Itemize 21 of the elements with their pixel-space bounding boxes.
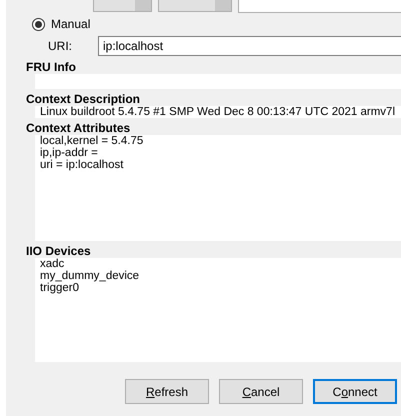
- dropdown[interactable]: [93, 0, 152, 12]
- dialog-button[interactable]: Connect: [313, 379, 397, 404]
- radio-button[interactable]: [32, 18, 45, 30]
- dialog-button[interactable]: Cancel: [219, 379, 303, 404]
- radio-label[interactable]: Manual: [51, 17, 90, 31]
- info-line: my_dummy_device: [40, 270, 140, 282]
- section-heading: Context Attributes: [25, 121, 132, 135]
- input-field[interactable]: [238, 0, 401, 13]
- info-line: ip,ip-addr =: [40, 147, 99, 159]
- uri-field[interactable]: ip:localhost: [98, 36, 401, 56]
- uri-label: URI:: [48, 39, 73, 53]
- info-line: local,kernel = 5.4.75: [40, 135, 144, 147]
- info-line: uri = ip:localhost: [40, 159, 124, 171]
- dialog-button[interactable]: Refresh: [125, 379, 209, 404]
- section-heading: IIO Devices: [25, 244, 92, 258]
- info-line: Linux buildroot 5.4.75 #1 SMP Wed Dec 8 00:13:47 UTC 2021 armv7l: [40, 106, 396, 118]
- info-line: trigger0: [40, 282, 80, 294]
- dropdown[interactable]: [158, 0, 232, 12]
- section-heading: Context Description: [25, 92, 142, 106]
- info-line: xadc: [40, 258, 66, 270]
- section-heading: FRU Info: [25, 60, 77, 74]
